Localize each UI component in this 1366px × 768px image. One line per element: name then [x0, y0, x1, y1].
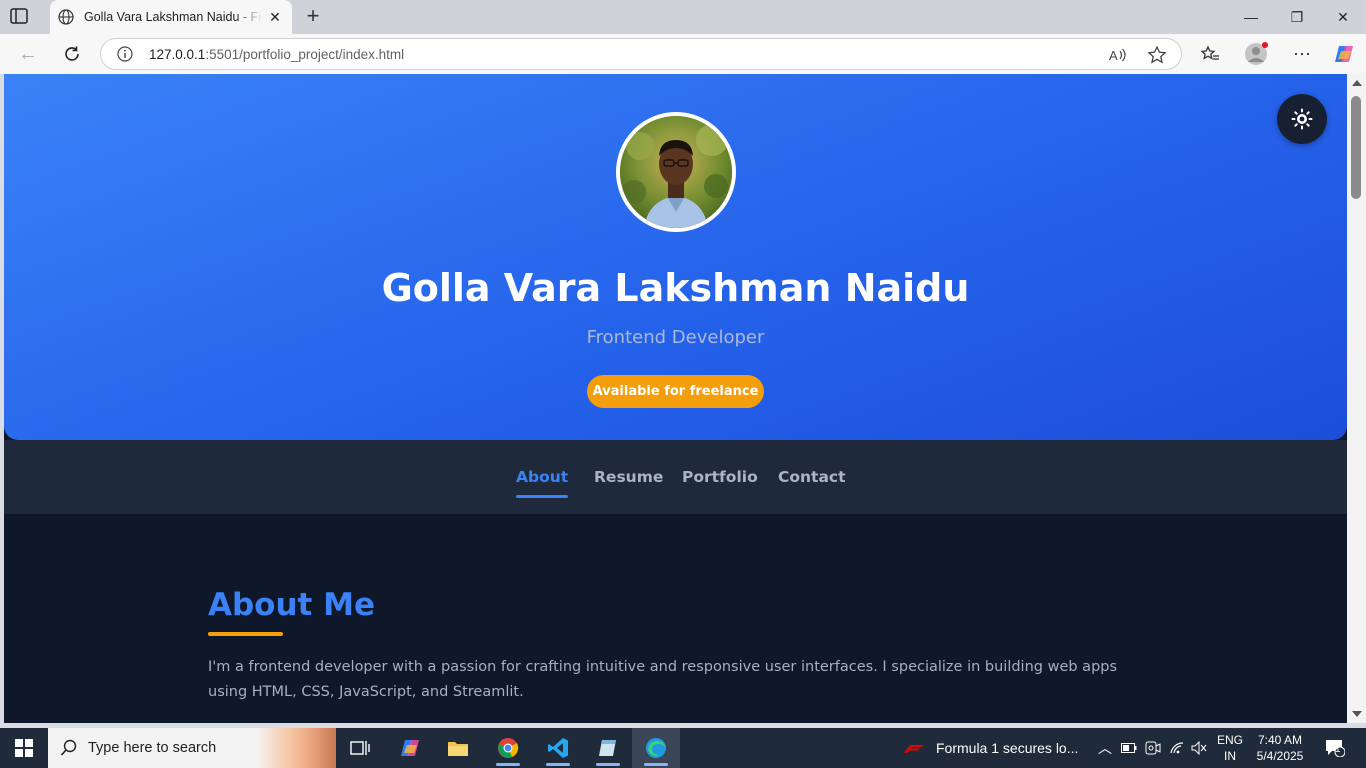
nav-portfolio[interactable]: Portfolio: [682, 468, 758, 486]
about-text: I'm a frontend developer with a passion …: [208, 659, 1118, 700]
taskbar-clock[interactable]: 7:40 AM 5/4/2025: [1250, 732, 1310, 764]
volume-muted-icon[interactable]: [1188, 728, 1210, 768]
copilot-icon[interactable]: [1332, 42, 1356, 66]
tab-close-icon[interactable]: ✕: [268, 10, 282, 24]
favorites-icon[interactable]: [1198, 42, 1222, 66]
taskbar-search[interactable]: Type here to search: [48, 728, 336, 768]
close-window-icon[interactable]: ✕: [1320, 0, 1366, 34]
search-highlight-image: [256, 728, 336, 768]
globe-icon: [58, 9, 74, 25]
chrome-icon[interactable]: [484, 728, 532, 768]
read-aloud-icon[interactable]: A: [1107, 45, 1127, 65]
camera-icon[interactable]: [1142, 728, 1164, 768]
hero-name: Golla Vara Lakshman Naidu: [381, 266, 970, 310]
windows-start-icon[interactable]: [0, 728, 48, 768]
freelance-badge: Available for freelance: [587, 375, 764, 408]
about-title-underline: [208, 632, 283, 636]
scroll-down-icon[interactable]: [1352, 711, 1362, 717]
news-widget[interactable]: Formula 1 secures lo...: [902, 728, 1078, 768]
copilot-taskbar-icon[interactable]: [386, 728, 434, 768]
tab-title: Golla Vara Lakshman Naidu - Frontend Dev…: [84, 10, 262, 24]
windows-taskbar: Type here to search Formula 1 secures lo…: [0, 728, 1366, 768]
nav-resume[interactable]: Resume: [594, 468, 663, 486]
restore-icon[interactable]: ❐: [1274, 0, 1320, 34]
browser-tab-bar: Golla Vara Lakshman Naidu - Frontend Dev…: [0, 0, 1366, 34]
tray-overflow-icon[interactable]: ︿: [1094, 728, 1116, 768]
search-placeholder: Type here to search: [88, 740, 217, 756]
vscode-icon[interactable]: [534, 728, 582, 768]
nav-contact[interactable]: Contact: [778, 468, 846, 486]
back-icon[interactable]: ←: [16, 42, 40, 66]
language-indicator[interactable]: ENG IN: [1212, 732, 1248, 764]
hero-role: Frontend Developer: [586, 327, 765, 348]
file-explorer-icon[interactable]: [434, 728, 482, 768]
new-tab-icon[interactable]: +: [302, 5, 324, 28]
profile-photo: [616, 112, 736, 232]
address-bar[interactable]: 127.0.0.1:5501/portfolio_project/index.h…: [100, 38, 1182, 70]
minimize-icon[interactable]: —: [1228, 0, 1274, 34]
favorite-star-icon[interactable]: [1147, 45, 1167, 65]
theme-toggle-button[interactable]: [1277, 94, 1327, 144]
tab-actions-icon[interactable]: [10, 8, 30, 26]
nav-about[interactable]: About: [516, 468, 569, 498]
notification-count: 1: [1335, 744, 1341, 755]
f1-logo-icon: [904, 745, 924, 753]
task-view-icon[interactable]: [336, 728, 384, 768]
main-nav: About Resume Portfolio Contact: [4, 440, 1347, 514]
wifi-icon[interactable]: [1166, 728, 1188, 768]
site-info-icon[interactable]: [117, 46, 133, 62]
search-icon: [60, 739, 77, 756]
edge-icon[interactable]: [632, 728, 680, 768]
news-headline: Formula 1 secures lo...: [936, 740, 1079, 756]
browser-toolbar: ← 127.0.0.1:5501/portfolio_project/index…: [0, 34, 1366, 74]
more-options-icon[interactable]: ⋯: [1290, 42, 1314, 66]
url-text: 127.0.0.1:5501/portfolio_project/index.h…: [149, 47, 405, 62]
notes-app-icon[interactable]: [584, 728, 632, 768]
battery-icon[interactable]: [1118, 728, 1140, 768]
profile-avatar-icon[interactable]: [1244, 42, 1268, 66]
svg-text:A: A: [1109, 48, 1118, 63]
scroll-thumb[interactable]: [1351, 96, 1361, 199]
browser-tab[interactable]: Golla Vara Lakshman Naidu - Frontend Dev…: [50, 0, 292, 34]
page-viewport: Golla Vara Lakshman Naidu Frontend Devel…: [4, 74, 1347, 723]
notifications-icon[interactable]: 1: [1320, 728, 1350, 768]
sun-icon: [1291, 108, 1313, 130]
page-scrollbar[interactable]: [1347, 74, 1366, 723]
hero-section: Golla Vara Lakshman Naidu Frontend Devel…: [4, 74, 1347, 440]
refresh-icon[interactable]: [60, 42, 84, 66]
scroll-up-icon[interactable]: [1352, 80, 1362, 86]
about-title: About Me: [208, 587, 376, 623]
